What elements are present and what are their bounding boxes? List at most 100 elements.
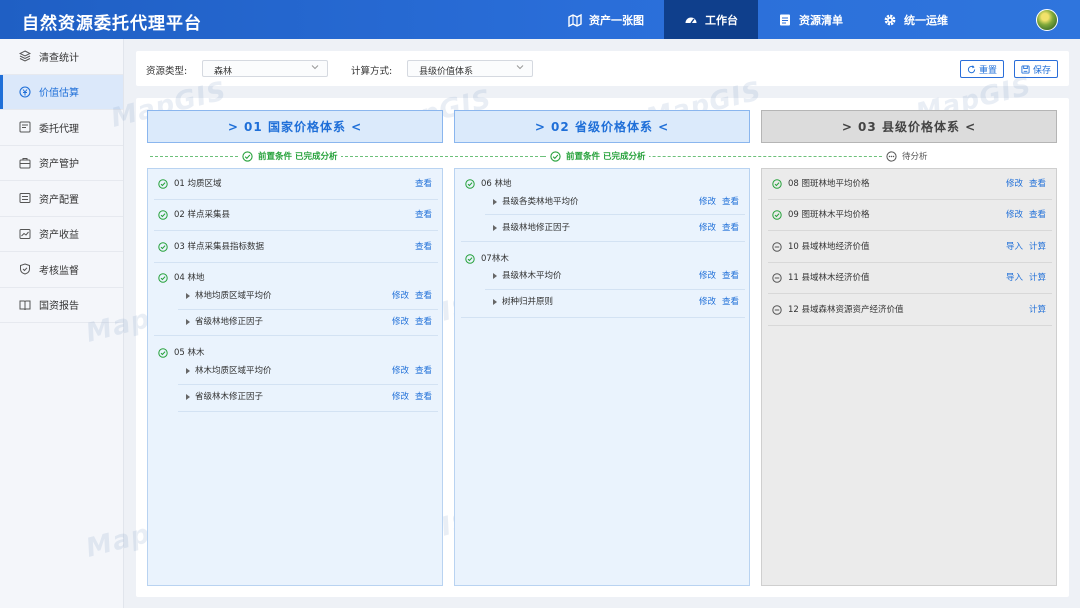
divider [768, 199, 1052, 200]
divider [768, 262, 1052, 263]
divider [485, 289, 745, 290]
status-county: 待分析 [882, 149, 932, 163]
edit-link[interactable]: 修改 [699, 197, 716, 207]
item-label: 12 县域森林资源资产经济价值 [788, 305, 904, 315]
view-link[interactable]: 查看 [415, 366, 432, 376]
nav-ops[interactable]: 统一运维 [863, 0, 968, 39]
import-link[interactable]: 导入 [1006, 242, 1023, 252]
edit-link[interactable]: 修改 [392, 392, 409, 402]
bullet-icon [186, 394, 190, 400]
view-link[interactable]: 查看 [722, 271, 739, 281]
view-link[interactable]: 查看 [1029, 179, 1046, 189]
chart-icon [19, 228, 31, 239]
edit-link[interactable]: 修改 [699, 271, 716, 281]
edit-link[interactable]: 修改 [1006, 179, 1023, 189]
edit-link[interactable]: 修改 [392, 317, 409, 327]
view-link[interactable]: 查看 [415, 179, 432, 189]
resource-type-label: 资源类型: [146, 66, 188, 77]
divider [768, 230, 1052, 231]
resource-type-value: 森林 [214, 67, 233, 77]
calc-method-select[interactable]: 县级价值体系 [407, 60, 533, 77]
edit-link[interactable]: 修改 [1006, 210, 1023, 220]
nav-label: 统一运维 [904, 13, 948, 27]
status-provincial: 前置条件 已完成分析 [546, 149, 650, 163]
import-link[interactable]: 导入 [1006, 273, 1023, 283]
item-label: 02 样点采集县 [174, 210, 231, 220]
bullet-icon [186, 319, 190, 325]
calculate-link[interactable]: 计算 [1029, 242, 1046, 252]
view-link[interactable]: 查看 [415, 242, 432, 252]
check-circle-icon [465, 254, 475, 264]
status-text: 前置条件 已完成分析 [258, 152, 338, 162]
gear-icon [884, 14, 896, 25]
sidebar-item-supervision[interactable]: 考核监督 [0, 252, 123, 288]
sub-item-label: 林木均质区域平均价 [195, 366, 272, 376]
dashboard-icon [685, 17, 697, 23]
view-link[interactable]: 查看 [722, 223, 739, 233]
top-nav: 资产一张图 工作台 资源清单 统一运维 [548, 0, 968, 39]
filter-bar: 资源类型: 森林 计算方式: 县级价值体系 重置 保存 [136, 51, 1069, 86]
view-link[interactable]: 查看 [415, 317, 432, 327]
sidebar-item-config[interactable]: 资产配置 [0, 181, 123, 217]
sub-item-label: 林地均质区域平均价 [195, 291, 272, 301]
divider [768, 325, 1052, 326]
list-icon [780, 14, 790, 25]
calculate-link[interactable]: 计算 [1029, 305, 1046, 315]
view-link[interactable]: 查看 [722, 297, 739, 307]
sidebar-item-label: 委托代理 [39, 123, 79, 135]
column-header-provincial[interactable]: > 02 省级价格体系 < [454, 110, 750, 143]
view-link[interactable]: 查看 [415, 392, 432, 402]
sub-item-label: 县级各类林地平均价 [502, 197, 579, 207]
check-circle-icon [158, 273, 168, 283]
sidebar-item-report[interactable]: 国资报告 [0, 288, 123, 323]
delegate-icon [19, 121, 31, 133]
sidebar-item-inventory[interactable]: 清查统计 [0, 39, 123, 75]
view-link[interactable]: 查看 [722, 197, 739, 207]
minus-circle-icon [772, 273, 782, 283]
book-icon [19, 300, 31, 310]
divider [178, 309, 438, 310]
bullet-icon [493, 273, 497, 279]
config-icon [19, 193, 31, 204]
nav-workbench[interactable]: 工作台 [664, 0, 758, 39]
column-header-county[interactable]: > 03 县级价格体系 < [761, 110, 1057, 143]
column-body-provincial: 06 林地 县级各类林地平均价 修改 查看 县级林地修正因子 修改 查看 07林木 … [454, 168, 750, 586]
resource-type-select[interactable]: 森林 [202, 60, 328, 77]
divider [154, 199, 438, 200]
nav-resource-list[interactable]: 资源清单 [758, 0, 863, 39]
sidebar-item-label: 国资报告 [39, 301, 79, 313]
shield-check-icon [20, 263, 30, 275]
view-link[interactable]: 查看 [415, 210, 432, 220]
sidebar-item-delegate[interactable]: 委托代理 [0, 110, 123, 146]
divider [154, 230, 438, 231]
item-label: 11 县域林木经济价值 [788, 273, 870, 283]
calc-method-value: 县级价值体系 [419, 67, 474, 77]
divider [768, 293, 1052, 294]
divider [154, 335, 438, 336]
edit-link[interactable]: 修改 [392, 366, 409, 376]
reset-button[interactable]: 重置 [960, 60, 1004, 78]
briefcase-icon [19, 157, 31, 169]
edit-link[interactable]: 修改 [699, 297, 716, 307]
sub-item-label: 省级林地修正因子 [195, 317, 264, 327]
view-link[interactable]: 查看 [415, 291, 432, 301]
view-link[interactable]: 查看 [1029, 210, 1046, 220]
column-header-national[interactable]: > 01 国家价格体系 < [147, 110, 443, 143]
calculate-link[interactable]: 计算 [1029, 273, 1046, 283]
sidebar-item-income[interactable]: 资产收益 [0, 217, 123, 252]
edit-link[interactable]: 修改 [392, 291, 409, 301]
sidebar-item-valuation[interactable]: 价值估算 [0, 74, 123, 110]
item-label: 06 林地 [481, 179, 512, 189]
map-icon [568, 13, 582, 27]
avatar[interactable] [1036, 9, 1058, 31]
nav-label: 资产一张图 [589, 13, 644, 27]
nav-asset-map[interactable]: 资产一张图 [548, 0, 664, 39]
check-circle-icon [465, 179, 475, 189]
sidebar-item-label: 资产收益 [39, 230, 79, 242]
reset-label: 重置 [978, 65, 997, 76]
item-label: 10 县域林地经济价值 [788, 242, 870, 252]
chevron-down-icon [311, 65, 319, 70]
save-button[interactable]: 保存 [1014, 60, 1058, 78]
sidebar-item-custody[interactable]: 资产管护 [0, 146, 123, 181]
edit-link[interactable]: 修改 [699, 223, 716, 233]
